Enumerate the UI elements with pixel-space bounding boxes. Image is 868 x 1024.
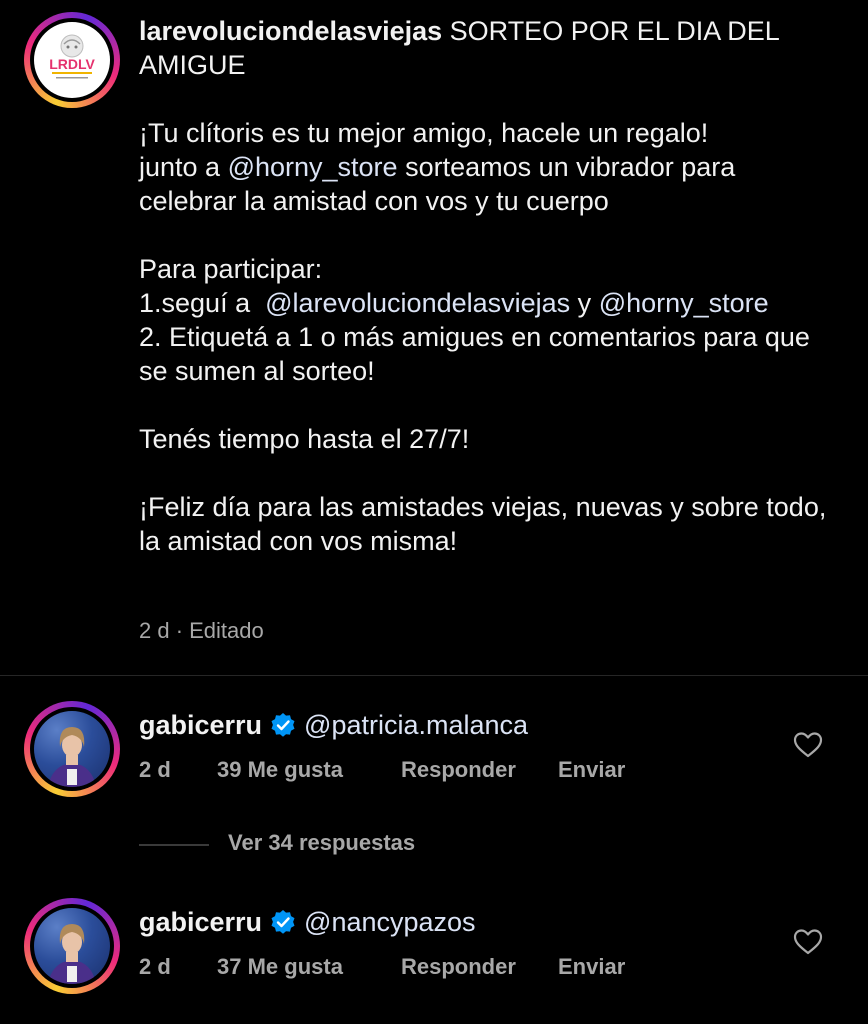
comment-body: gabicerru @patricia.malanca — [139, 707, 528, 743]
heart-icon[interactable] — [793, 731, 823, 759]
divider — [0, 675, 868, 676]
comment-time: 2 d — [139, 757, 171, 782]
post-author-avatar[interactable]: LRDLV — [24, 12, 120, 108]
view-replies-label[interactable]: Ver 34 respuestas — [228, 830, 415, 856]
post-username[interactable]: larevoluciondelasviejas — [139, 16, 442, 46]
comment-likes[interactable]: 39 Me gusta — [217, 757, 343, 783]
comment-item: gabicerru @nancypazos 2 d 37 Me gusta Res… — [0, 898, 868, 1008]
brand-logo-icon: LRDLV — [34, 22, 110, 98]
post-caption: LRDLV larevoluciondelasviejas SORTEO POR… — [0, 0, 868, 675]
caption-body: larevoluciondelasviejas SORTEO POR EL DI… — [139, 16, 834, 556]
user-avatar-image — [34, 711, 110, 787]
heart-icon[interactable] — [793, 928, 823, 956]
verified-badge-icon — [271, 713, 295, 737]
caption-line: ¡Feliz día para las amistades viejas, nu… — [139, 492, 834, 556]
comment-username[interactable]: gabicerru — [139, 710, 262, 740]
comment-username[interactable]: gabicerru — [139, 907, 262, 937]
comment-body: gabicerru @nancypazos — [139, 904, 476, 940]
reply-button[interactable]: Responder — [401, 954, 516, 980]
comment-mention[interactable]: @nancypazos — [304, 907, 476, 937]
comment-mention[interactable]: @patricia.malanca — [304, 710, 528, 740]
replies-divider — [139, 844, 209, 846]
avatar[interactable] — [24, 701, 120, 797]
comment-item: gabicerru @patricia.malanca 2 d 39 Me gus… — [0, 701, 868, 811]
send-button[interactable]: Enviar — [558, 954, 625, 980]
verified-badge-icon — [271, 910, 295, 934]
view-replies-button[interactable]: Ver 34 respuestas — [139, 830, 539, 860]
mention-link[interactable]: @larevoluciondelasviejas — [265, 288, 570, 318]
logo-text: LRDLV — [49, 56, 95, 72]
avatar[interactable] — [24, 898, 120, 994]
comment-time: 2 d — [139, 954, 171, 979]
reply-button[interactable]: Responder — [401, 757, 516, 783]
mention-link[interactable]: @horny_store — [599, 288, 769, 318]
mention-link[interactable]: @horny_store — [228, 152, 398, 182]
post-timestamp: 2 d · Editado — [139, 618, 264, 643]
user-avatar-image — [34, 908, 110, 984]
comment-likes[interactable]: 37 Me gusta — [217, 954, 343, 980]
caption-line: Para participar: — [139, 254, 323, 284]
caption-line: Tenés tiempo hasta el 27/7! — [139, 424, 470, 454]
caption-line: 2. Etiquetá a 1 o más amigues en comenta… — [139, 322, 818, 386]
send-button[interactable]: Enviar — [558, 757, 625, 783]
caption-line: ¡Tu clítoris es tu mejor amigo, hacele u… — [139, 118, 709, 148]
